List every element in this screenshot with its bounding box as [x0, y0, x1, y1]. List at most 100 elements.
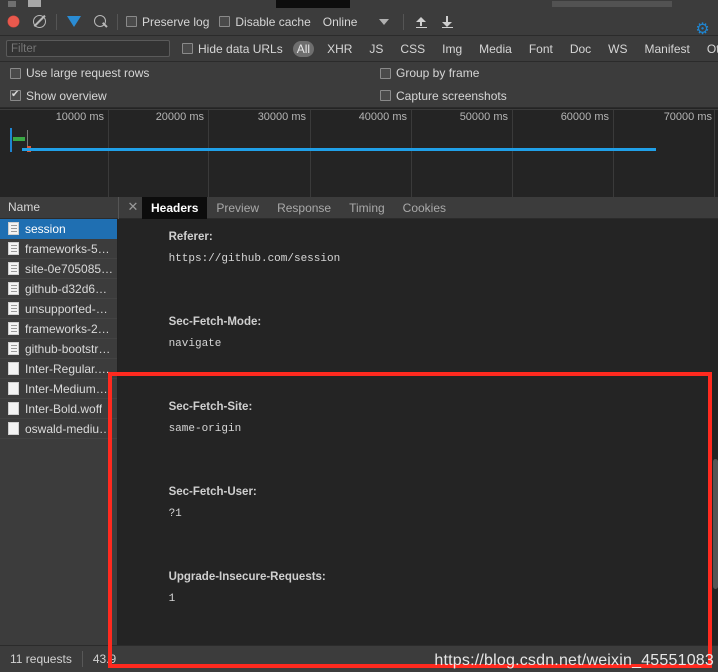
import-har-button[interactable]	[408, 9, 434, 35]
table-row[interactable]: unsupported-…	[0, 299, 117, 319]
preserve-log-box[interactable]	[126, 16, 137, 27]
table-row[interactable]: session	[0, 219, 117, 239]
header-key: Sec-Fetch-User:	[168, 486, 257, 498]
header-row-sec-fetch-site: Sec-Fetch-Site: same-origin	[119, 376, 718, 461]
devtools-network-panel: Preserve log Disable cache Online ⚙ Hide…	[0, 0, 718, 672]
network-toolbar: Preserve log Disable cache Online ⚙	[0, 8, 718, 41]
request-list[interactable]: session frameworks-5… site-0e705085… git…	[0, 219, 118, 645]
font-icon	[8, 402, 19, 415]
capture-screenshots-label: Capture screenshots	[396, 88, 507, 103]
request-name: Inter-Regular.…	[25, 361, 110, 376]
font-icon	[8, 362, 19, 375]
request-name: site-0e705085…	[25, 261, 114, 276]
funnel-icon	[67, 16, 81, 41]
filter-toggle-button[interactable]	[61, 9, 87, 41]
use-large-request-rows-checkbox[interactable]: Use large request rows	[10, 66, 370, 80]
throttling-value: Online	[322, 14, 358, 29]
table-row[interactable]: github-bootstr…	[0, 339, 117, 359]
type-filter-other[interactable]: Other	[703, 41, 718, 57]
header-row-user-agent: User-Agent: Mozilla/5.0 (Windows NT 10.0…	[119, 631, 718, 645]
clear-button[interactable]	[26, 9, 52, 35]
table-row[interactable]: frameworks-2…	[0, 319, 117, 339]
table-row[interactable]: github-d32d6…	[0, 279, 117, 299]
header-value: ?1	[168, 508, 182, 520]
header-value: navigate	[168, 338, 222, 350]
column-divider[interactable]	[118, 197, 119, 219]
tab-response[interactable]: Response	[268, 197, 340, 219]
preserve-log-label: Preserve log	[142, 14, 210, 29]
hide-data-urls-box[interactable]	[182, 43, 193, 54]
type-filter-media[interactable]: Media	[475, 41, 516, 57]
overview-gridline-1	[108, 110, 109, 198]
toolbar-divider-2	[117, 13, 118, 30]
disable-cache-checkbox[interactable]: Disable cache	[219, 15, 311, 29]
headers-detail-pane[interactable]: Referer: https://github.com/session Sec-…	[119, 219, 718, 645]
type-filter-js[interactable]: JS	[365, 41, 387, 57]
overview-dom-event-marker	[13, 137, 25, 141]
resource-type-filters: All XHR JS CSS Img Media Font Doc WS Man…	[292, 40, 718, 57]
document-icon	[8, 342, 19, 355]
name-column-header[interactable]: Name	[8, 200, 40, 214]
overview-gridline-3	[310, 110, 311, 198]
tab-headers[interactable]: Headers	[142, 197, 208, 219]
group-by-frame-box[interactable]	[380, 67, 391, 79]
search-button[interactable]	[87, 9, 113, 35]
detail-tabs: Headers Preview Response Timing Cookies	[142, 197, 455, 219]
overview-selection-handle[interactable]	[10, 128, 12, 152]
overview-tick-label-3: 30000 ms	[257, 111, 306, 123]
chrome-device-icon	[28, 0, 41, 7]
type-filter-font[interactable]: Font	[525, 41, 557, 57]
group-by-frame-label: Group by frame	[396, 66, 480, 80]
show-overview-checkbox[interactable]: Show overview	[10, 88, 370, 103]
tab-preview[interactable]: Preview	[207, 197, 268, 219]
disable-cache-box[interactable]	[219, 16, 231, 27]
close-icon[interactable]: ✕	[126, 199, 140, 215]
overview-tick-label-5: 50000 ms	[459, 111, 508, 123]
type-filter-ws[interactable]: WS	[604, 41, 631, 57]
table-row[interactable]: oswald-mediu…	[0, 419, 117, 439]
hide-data-urls-label: Hide data URLs	[198, 41, 283, 56]
tab-cookies[interactable]: Cookies	[394, 197, 455, 219]
table-row[interactable]: frameworks-5…	[0, 239, 117, 259]
toolbar-divider-1	[56, 13, 57, 30]
show-overview-box[interactable]	[10, 88, 21, 101]
type-filter-all[interactable]: All	[292, 40, 315, 57]
type-filter-doc[interactable]: Doc	[566, 41, 595, 57]
request-name: oswald-mediu…	[25, 421, 112, 436]
throttling-dropdown[interactable]: Online	[323, 15, 390, 29]
upload-icon	[415, 15, 428, 29]
chrome-active-tab-sliver	[276, 0, 350, 8]
preserve-log-checkbox[interactable]: Preserve log	[126, 15, 209, 29]
clear-icon	[32, 15, 46, 28]
header-key: Sec-Fetch-Site:	[168, 401, 253, 413]
details-scrollbar[interactable]	[713, 459, 718, 589]
table-row[interactable]: site-0e705085…	[0, 259, 117, 279]
type-filter-img[interactable]: Img	[438, 41, 466, 57]
header-value: same-origin	[168, 423, 242, 435]
filter-input[interactable]	[6, 40, 170, 57]
record-dot-icon	[7, 16, 19, 27]
gear-icon[interactable]: ⚙	[695, 22, 710, 38]
use-large-request-rows-label: Use large request rows	[26, 66, 150, 80]
table-row[interactable]: Inter-Regular.…	[0, 359, 117, 379]
tab-timing[interactable]: Timing	[340, 197, 394, 219]
request-name: frameworks-2…	[25, 321, 110, 336]
group-by-frame-checkbox[interactable]: Group by frame	[380, 66, 479, 80]
header-key: Sec-Fetch-Mode:	[168, 316, 262, 328]
capture-screenshots-checkbox[interactable]: Capture screenshots	[380, 89, 507, 103]
chrome-right-sliver	[552, 1, 672, 7]
overview-tick-label-6: 60000 ms	[560, 111, 609, 123]
type-filter-xhr[interactable]: XHR	[323, 41, 356, 57]
capture-screenshots-box[interactable]	[380, 90, 391, 101]
table-row[interactable]: Inter-Bold.woff	[0, 399, 117, 419]
table-row[interactable]: Inter-Medium…	[0, 379, 117, 399]
hide-data-urls-checkbox[interactable]: Hide data URLs	[182, 42, 283, 56]
use-large-request-rows-box[interactable]	[10, 67, 21, 79]
type-filter-manifest[interactable]: Manifest	[641, 41, 694, 57]
export-har-button[interactable]	[434, 9, 460, 35]
record-button[interactable]	[0, 9, 26, 35]
network-overview[interactable]: 10000 ms 20000 ms 30000 ms 40000 ms 5000…	[0, 109, 718, 198]
chevron-down-icon[interactable]	[379, 18, 390, 25]
type-filter-css[interactable]: CSS	[396, 41, 429, 57]
overview-gridline-2	[208, 110, 209, 198]
